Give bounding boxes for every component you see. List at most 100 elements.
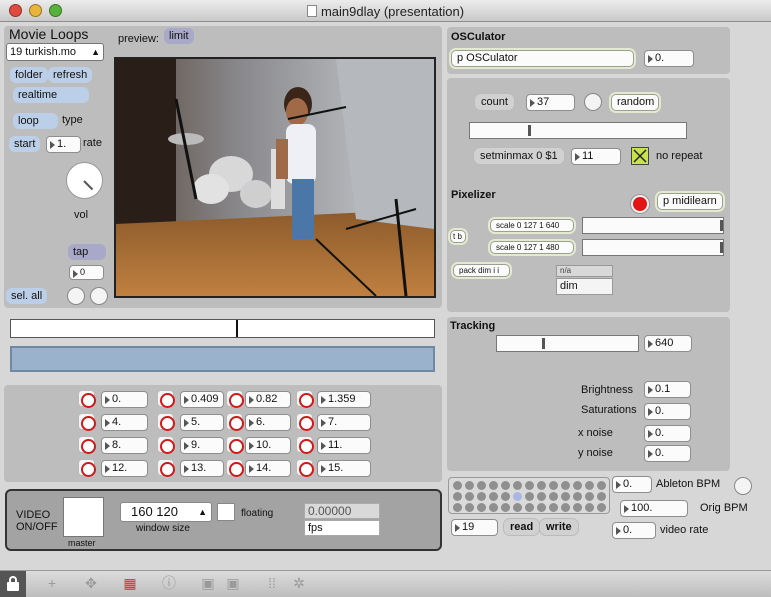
move-icon[interactable]: ✥ <box>82 574 100 592</box>
cue-number[interactable]: 5. <box>180 414 224 431</box>
snap-icon[interactable]: ✲ <box>290 574 308 592</box>
cue-toggle[interactable] <box>157 413 175 431</box>
add-icon[interactable]: + <box>43 574 61 592</box>
cue-number[interactable]: 4. <box>101 414 148 431</box>
orig-bpm-number[interactable]: 100. <box>620 500 688 517</box>
select-all-button[interactable]: sel. all <box>6 288 48 304</box>
cue-toggle[interactable] <box>157 390 175 408</box>
matrix-cell[interactable] <box>465 503 474 512</box>
osculator-object[interactable]: p OSCulator <box>451 50 634 67</box>
cue-number[interactable]: 12. <box>101 460 148 477</box>
count-number[interactable]: 37 <box>526 94 575 111</box>
counter-slider[interactable] <box>469 122 687 139</box>
brightness-number[interactable]: 0.1 <box>644 381 691 398</box>
volume-dial[interactable] <box>66 162 103 199</box>
matrix-cell[interactable] <box>549 492 558 501</box>
tap-button[interactable]: tap <box>68 244 106 260</box>
info-icon[interactable]: ⓘ <box>160 574 178 592</box>
cue-toggle[interactable] <box>78 413 96 431</box>
cue-number[interactable]: 14. <box>245 460 291 477</box>
matrix-cell[interactable] <box>477 481 486 490</box>
matrix-cell[interactable] <box>573 492 582 501</box>
cue-toggle[interactable] <box>78 459 96 477</box>
cue-number[interactable]: 9. <box>180 437 224 454</box>
cue-number[interactable]: 7. <box>317 414 371 431</box>
cue-number[interactable]: 0.409 <box>180 391 224 408</box>
loop-button[interactable]: loop <box>13 113 58 129</box>
window-size-menu[interactable]: 160 120 ▲ <box>120 502 212 522</box>
max-number[interactable]: 11 <box>571 148 621 165</box>
matrix-cell[interactable] <box>501 492 510 501</box>
matrix-cell[interactable] <box>585 492 594 501</box>
osculator-number[interactable]: 0. <box>644 50 694 67</box>
matrix-cell[interactable] <box>525 481 534 490</box>
matrix-cell[interactable] <box>585 503 594 512</box>
realtime-button[interactable]: realtime <box>13 87 89 103</box>
refresh-button[interactable]: refresh <box>48 67 93 83</box>
cue-toggle[interactable] <box>296 413 314 431</box>
matrix-cell[interactable] <box>465 492 474 501</box>
tap-number[interactable]: 0 <box>69 265 104 280</box>
cue-number[interactable]: 6. <box>245 414 291 431</box>
loop-range-slider[interactable] <box>10 346 435 372</box>
matrix-cell[interactable] <box>549 503 558 512</box>
matrix-cell[interactable] <box>453 492 462 501</box>
scale-y-object[interactable]: scale 0 127 1 480 <box>490 241 574 254</box>
pixel-y-slider[interactable] <box>582 239 724 256</box>
matrix-cell[interactable] <box>525 503 534 512</box>
matrix-cell[interactable] <box>537 481 546 490</box>
count-button[interactable]: count <box>474 93 515 111</box>
bang-button-2[interactable] <box>90 287 108 305</box>
tracking-number[interactable]: 640 <box>644 335 692 352</box>
y-noise-number[interactable]: 0. <box>644 445 691 462</box>
matrix-cell[interactable] <box>513 503 522 512</box>
pixel-x-slider[interactable] <box>582 217 724 234</box>
rate-number[interactable]: 1. <box>46 136 81 153</box>
matrix-cell[interactable] <box>453 503 462 512</box>
tracking-slider[interactable] <box>496 335 639 352</box>
cue-toggle[interactable] <box>296 390 314 408</box>
count-bang[interactable] <box>584 93 602 111</box>
matrix-cell[interactable] <box>561 503 570 512</box>
cue-number[interactable]: 11. <box>317 437 371 454</box>
ableton-bpm-number[interactable]: 0. <box>612 476 652 493</box>
button-matrix[interactable] <box>448 477 610 514</box>
cue-toggle[interactable] <box>226 413 244 431</box>
cue-toggle[interactable] <box>296 459 314 477</box>
matrix-cell[interactable] <box>585 481 594 490</box>
midilearn-led[interactable] <box>630 194 650 214</box>
grid-icon[interactable]: ⁞⁞ <box>263 574 281 592</box>
fps-message[interactable]: fps <box>304 520 380 536</box>
master-toggle[interactable] <box>63 497 104 537</box>
saturations-number[interactable]: 0. <box>644 403 691 420</box>
front-icon[interactable]: ▣ <box>199 574 217 592</box>
matrix-cell[interactable] <box>501 481 510 490</box>
dim-message[interactable]: dim <box>556 278 613 295</box>
cue-toggle[interactable] <box>157 459 175 477</box>
floating-checkbox[interactable] <box>217 503 235 521</box>
cue-toggle[interactable] <box>157 436 175 454</box>
folder-button[interactable]: folder <box>10 67 48 83</box>
movie-file-menu[interactable]: 19 turkish.mo ▲ <box>6 43 104 61</box>
matrix-cell[interactable] <box>537 492 546 501</box>
presentation-icon[interactable]: ▦ <box>121 574 139 592</box>
cue-toggle[interactable] <box>296 436 314 454</box>
position-number[interactable]: 19 <box>451 519 498 536</box>
read-button[interactable]: read <box>503 518 541 536</box>
matrix-cell[interactable] <box>501 503 510 512</box>
limit-button[interactable]: limit <box>164 28 194 44</box>
tb-object[interactable]: t b <box>450 230 466 243</box>
matrix-cell[interactable] <box>489 481 498 490</box>
cue-toggle[interactable] <box>226 459 244 477</box>
matrix-cell[interactable] <box>597 481 606 490</box>
start-button[interactable]: start <box>9 136 41 152</box>
matrix-cell[interactable] <box>573 503 582 512</box>
matrix-cell[interactable] <box>561 481 570 490</box>
x-noise-number[interactable]: 0. <box>644 425 691 442</box>
matrix-cell[interactable] <box>525 492 534 501</box>
matrix-cell[interactable] <box>453 481 462 490</box>
matrix-cell[interactable] <box>597 503 606 512</box>
position-slider[interactable] <box>10 319 435 338</box>
cue-number[interactable]: 15. <box>317 460 371 477</box>
ableton-bang[interactable] <box>734 477 752 495</box>
